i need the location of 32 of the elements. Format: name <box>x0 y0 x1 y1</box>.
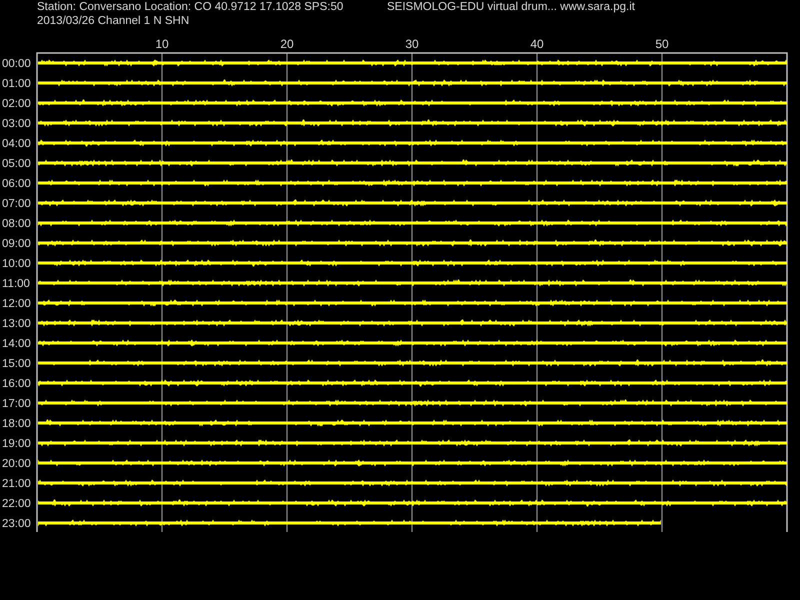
time-label: 07:00 <box>2 198 31 210</box>
minute-tick-label: 50 <box>655 37 669 51</box>
time-label: 15:00 <box>2 358 31 370</box>
time-label: 03:00 <box>2 118 31 130</box>
time-label: 01:00 <box>2 78 31 90</box>
time-label: 18:00 <box>2 418 31 430</box>
time-label: 19:00 <box>2 438 31 450</box>
time-label: 17:00 <box>2 398 31 410</box>
time-label: 12:00 <box>2 298 31 310</box>
time-label: 05:00 <box>2 158 31 170</box>
time-label: 22:00 <box>2 498 31 510</box>
time-label: 02:00 <box>2 98 31 110</box>
time-label: 09:00 <box>2 238 31 250</box>
app-title: SEISMOLOG-EDU virtual drum... www.sara.pg.it <box>387 0 635 15</box>
channel-info: 2013/03/26 Channel 1 N SHN <box>37 14 190 28</box>
time-label: 08:00 <box>2 218 31 230</box>
time-label: 06:00 <box>2 178 31 190</box>
minute-tick-label: 30 <box>405 37 419 51</box>
minute-tick-label: 20 <box>280 37 294 51</box>
time-label: 04:00 <box>2 138 31 150</box>
time-label: 16:00 <box>2 378 31 390</box>
time-label: 20:00 <box>2 458 31 470</box>
minute-tick-label: 40 <box>530 37 544 51</box>
time-label: 10:00 <box>2 258 31 270</box>
time-label: 11:00 <box>2 278 30 290</box>
time-label: 23:00 <box>2 518 31 530</box>
minute-tick-label: 10 <box>155 37 169 51</box>
time-label: 00:00 <box>2 58 31 70</box>
time-label: 21:00 <box>2 478 31 490</box>
time-label: 14:00 <box>2 338 31 350</box>
time-label: 13:00 <box>2 318 31 330</box>
station-info: Station: Conversano Location: CO 40.9712 17.1028 SPS:50 <box>37 0 344 14</box>
